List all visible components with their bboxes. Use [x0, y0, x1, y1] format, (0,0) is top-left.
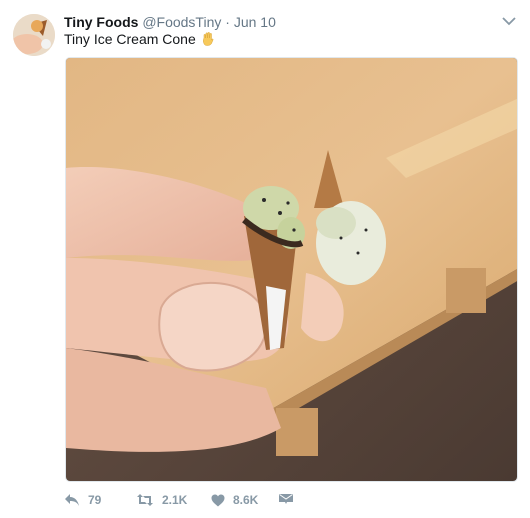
avatar-image: [13, 14, 55, 56]
tweet-text-row: Tiny Ice Cream Cone: [64, 30, 214, 48]
separator-dot: ·: [225, 14, 230, 30]
tweet-photo[interactable]: [65, 57, 518, 482]
like-count: 8.6K: [233, 493, 259, 507]
reply-count: 79: [88, 493, 102, 507]
tweet-header: Tiny Foods @FoodsTiny · Jun 10: [64, 13, 464, 31]
author-handle[interactable]: @FoodsTiny: [142, 14, 221, 30]
tweet-card[interactable]: Tiny Foods @FoodsTiny · Jun 10 Tiny Ice …: [0, 0, 530, 518]
envelope-icon: [279, 494, 293, 504]
retweet-button[interactable]: 2.1K: [136, 488, 187, 512]
heart-icon: [211, 494, 225, 506]
retweet-icon: [137, 494, 153, 506]
tweet-text: Tiny Ice Cream Cone: [64, 31, 196, 47]
like-button[interactable]: 8.6K: [211, 488, 258, 512]
chevron-down-icon[interactable]: [500, 12, 518, 30]
author-avatar[interactable]: [13, 14, 55, 56]
author-name[interactable]: Tiny Foods: [64, 14, 138, 30]
tweet-date[interactable]: Jun 10: [234, 14, 276, 30]
tweet-actions: 79 2.1K 8.6K: [64, 488, 364, 512]
tiny-ice-cream-photo: [66, 58, 517, 481]
retweet-count: 2.1K: [162, 493, 188, 507]
raised-hand-emoji-icon: [202, 32, 213, 46]
reply-icon: [65, 494, 79, 506]
reply-button[interactable]: 79: [64, 488, 101, 512]
direct-message-button[interactable]: [278, 488, 302, 512]
